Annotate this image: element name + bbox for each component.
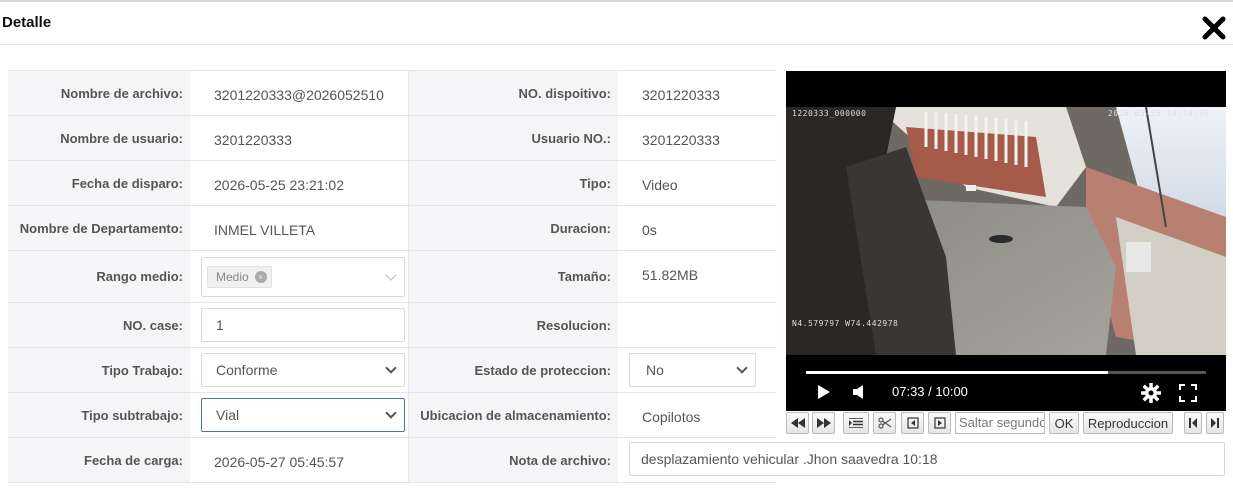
volume-icon[interactable] xyxy=(852,384,868,400)
value-type: Video xyxy=(642,177,678,193)
fast-forward-icon[interactable] xyxy=(812,412,835,434)
value-storage-location: Copilotos xyxy=(642,409,701,425)
list-icon[interactable] xyxy=(843,412,869,434)
label-file-note: Nota de archivo: xyxy=(408,438,618,482)
osd-coords: N4.579797 W74.442978 xyxy=(792,319,899,328)
label-media-range: Rango medio: xyxy=(8,251,190,302)
previous-frame-icon[interactable] xyxy=(901,412,924,434)
close-icon[interactable] xyxy=(1198,12,1230,44)
detail-form: Nombre de archivo: 3201220333@2026052510… xyxy=(8,70,776,483)
label-device-no: NO. dispoitivo: xyxy=(408,71,618,115)
label-user-name: Nombre de usuario: xyxy=(8,116,190,160)
play-icon[interactable] xyxy=(816,384,832,400)
scissors-icon[interactable] xyxy=(873,412,896,434)
row-subwork-type: Tipo subtrabajo: Vial Ubicacion de almac… xyxy=(8,393,776,438)
osd-datetime: 2026-05-25 10:18:36 xyxy=(1108,109,1210,118)
value-size: 51.82MB xyxy=(642,267,699,283)
time-display: 07:33 / 10:00 xyxy=(892,384,968,399)
dialog-title: Detalle xyxy=(2,14,52,31)
label-size: Tamaño: xyxy=(408,251,618,302)
row-media-range: Rango medio: Medio × Tamaño: 51.82MB xyxy=(8,251,776,303)
value-device-no: 3201220333 xyxy=(642,87,720,103)
label-file-name: Nombre de archivo: xyxy=(8,71,190,115)
row-user-name: Nombre de usuario: 3201220333 Usuario NO… xyxy=(8,116,776,161)
protection-state-select[interactable]: No xyxy=(629,353,756,387)
label-resolution: Resolucion: xyxy=(408,303,618,347)
label-work-type: Tipo Trabajo: xyxy=(8,348,190,392)
row-trigger-date: Fecha de disparo: 2026-05-25 23:21:02 Ti… xyxy=(8,161,776,206)
subwork-type-select[interactable]: Vial xyxy=(201,398,405,432)
value-trigger-date: 2026-05-25 23:21:02 xyxy=(214,177,344,193)
row-department: Nombre de Departamento: INMEL VILLETA Du… xyxy=(8,206,776,251)
case-no-input[interactable]: 1 xyxy=(201,308,405,342)
remove-tag-icon[interactable]: × xyxy=(254,271,267,283)
label-trigger-date: Fecha de disparo: xyxy=(8,161,190,205)
seek-seconds-input[interactable]: Saltar segundos xyxy=(955,412,1045,434)
progress-bar[interactable] xyxy=(806,371,1206,374)
value-file-name: 3201220333@2026052510 xyxy=(214,87,384,103)
work-type-value: Conforme xyxy=(216,362,278,378)
value-duration: 0s xyxy=(642,222,657,238)
label-duration: Duracion: xyxy=(408,206,618,250)
video-frame: 1220333_000000 2026-05-25 10:18:36 N4.57… xyxy=(786,107,1226,355)
media-range-select[interactable]: Medio × xyxy=(201,257,405,297)
ok-button[interactable]: OK xyxy=(1049,412,1079,434)
playback-button[interactable]: Reproduccion xyxy=(1083,412,1173,434)
skip-end-icon[interactable] xyxy=(1206,412,1224,434)
settings-gear-icon[interactable] xyxy=(1140,382,1162,404)
value-user-name: 3201220333 xyxy=(214,132,292,148)
label-user-no: Usuario NO.: xyxy=(408,116,618,160)
work-type-select[interactable]: Conforme xyxy=(201,353,405,387)
label-upload-date: Fecha de carga: xyxy=(8,438,190,482)
osd-id: 1220333_000000 xyxy=(792,109,867,118)
row-work-type: Tipo Trabajo: Conforme Estado de protecc… xyxy=(8,348,776,393)
file-note-input[interactable]: desplazamiento vehicular .Jhon saavedra … xyxy=(629,442,1225,476)
value-department: INMEL VILLETA xyxy=(214,222,316,238)
row-file-name: Nombre de archivo: 3201220333@2026052510… xyxy=(8,71,776,116)
protection-state-value: No xyxy=(646,362,664,378)
media-range-tag: Medio × xyxy=(207,266,272,288)
progress-fill xyxy=(806,371,1108,374)
video-player[interactable]: 1220333_000000 2026-05-25 10:18:36 N4.57… xyxy=(786,71,1226,411)
chevron-down-icon xyxy=(385,407,397,419)
value-user-no: 3201220333 xyxy=(642,132,720,148)
label-department: Nombre de Departamento: xyxy=(8,206,190,250)
value-resolution xyxy=(642,303,772,347)
subwork-type-value: Vial xyxy=(216,407,240,423)
label-case-no: NO. case: xyxy=(8,303,190,347)
value-upload-date: 2026-05-27 05:45:57 xyxy=(214,454,344,470)
label-type: Tipo: xyxy=(408,161,618,205)
next-frame-icon[interactable] xyxy=(928,412,951,434)
chevron-down-icon xyxy=(385,269,397,281)
dialog-header: Detalle xyxy=(0,2,1233,45)
media-range-tag-label: Medio xyxy=(216,270,249,284)
rewind-icon[interactable] xyxy=(786,412,809,434)
player-toolbar: Saltar segundos OK Reproduccion xyxy=(786,412,1226,436)
label-storage-location: Ubicacion de almacenamiento: xyxy=(408,393,618,437)
chevron-down-icon xyxy=(736,362,748,374)
label-protection-state: Estado de proteccion: xyxy=(408,348,618,392)
chevron-down-icon xyxy=(385,362,397,374)
row-case-no: NO. case: 1 Resolucion: xyxy=(8,303,776,348)
fullscreen-icon[interactable] xyxy=(1179,384,1197,402)
label-subwork-type: Tipo subtrabajo: xyxy=(8,393,190,437)
skip-start-icon[interactable] xyxy=(1184,412,1202,434)
